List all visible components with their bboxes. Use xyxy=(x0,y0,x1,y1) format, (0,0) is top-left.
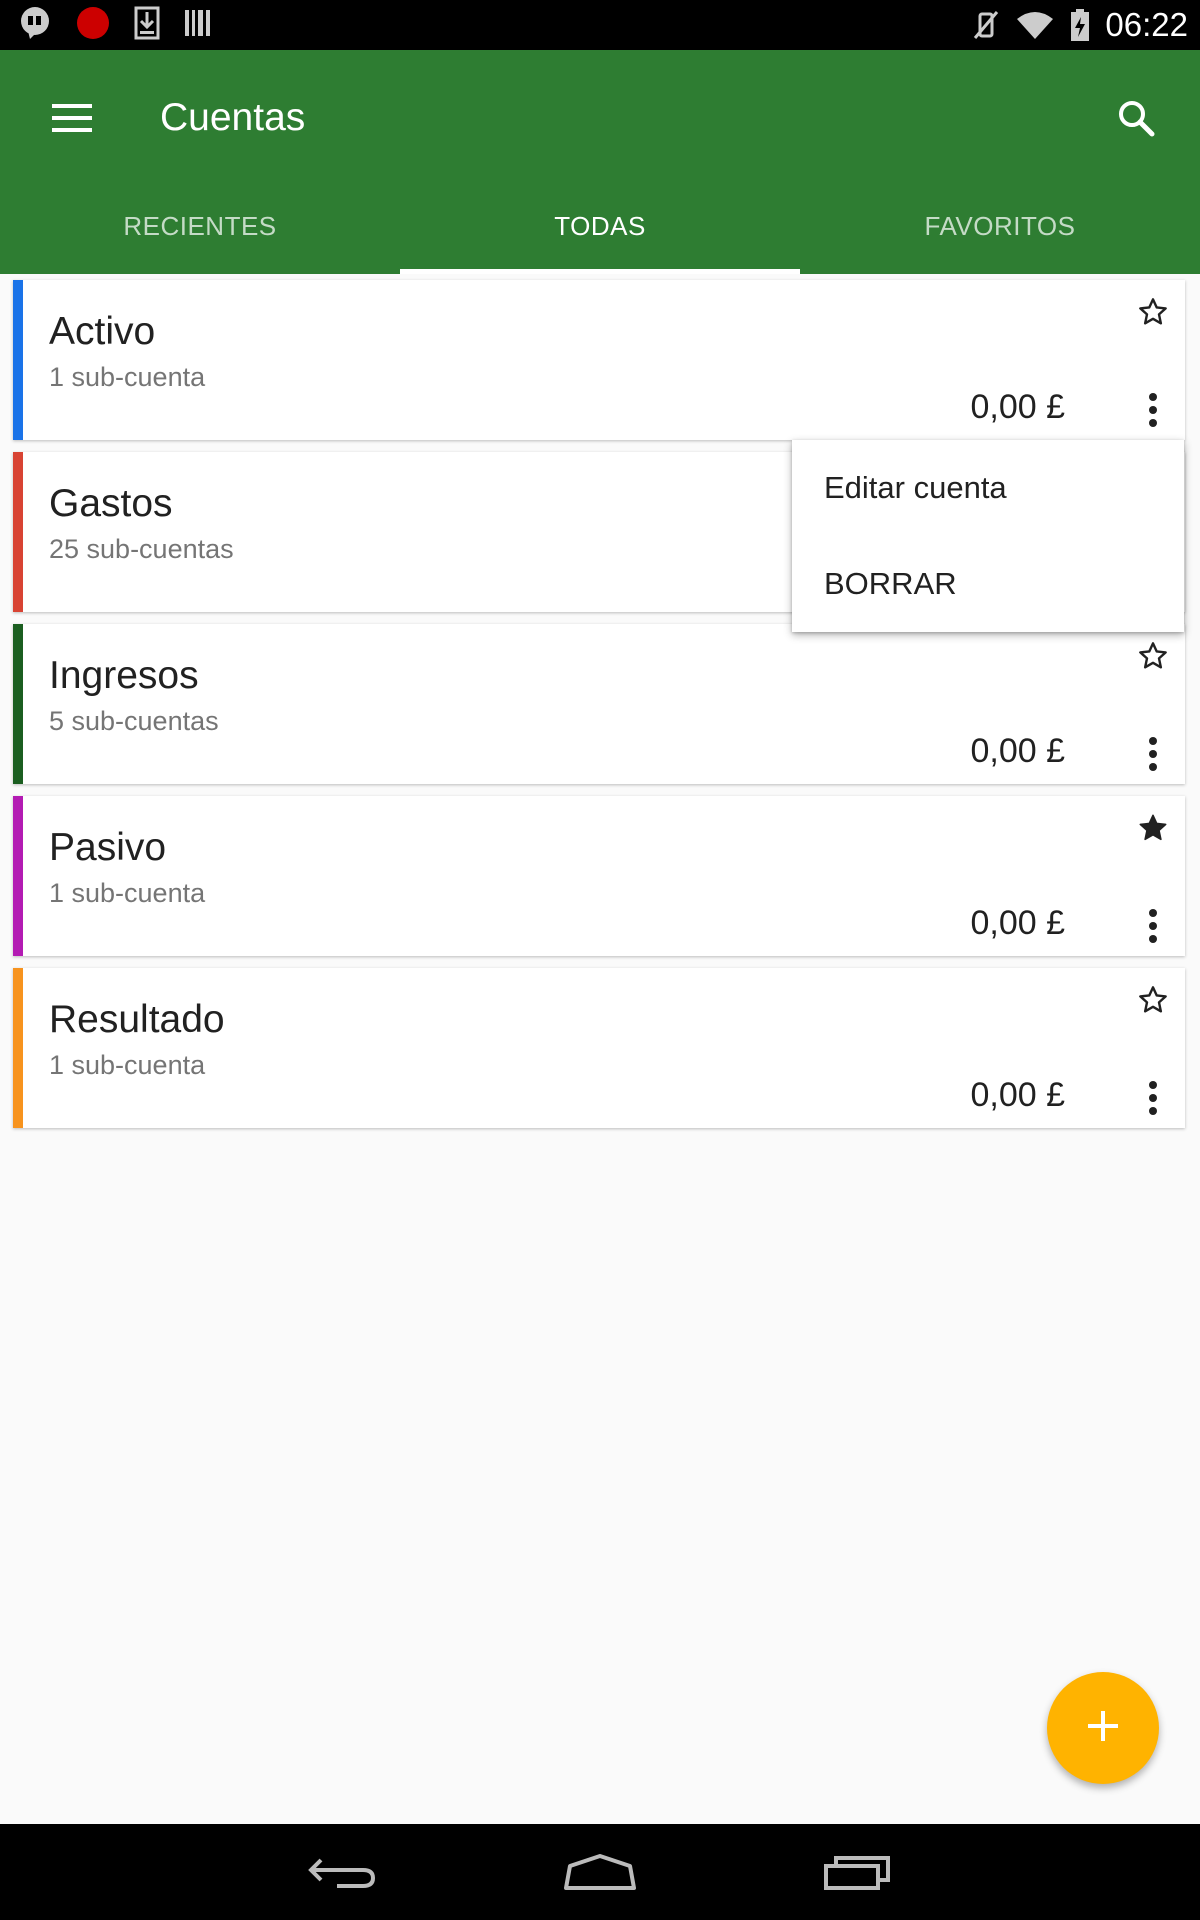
account-balance: 0,00 £ xyxy=(970,904,1065,942)
menu-item-delete[interactable]: BORRAR xyxy=(824,566,957,602)
tab-bar: RECIENTES TODAS FAVORITOS xyxy=(0,198,1200,274)
more-vert-icon[interactable] xyxy=(1133,730,1173,778)
page-title: Cuentas xyxy=(160,96,306,139)
hangouts-icon xyxy=(18,6,52,45)
account-balance: 0,00 £ xyxy=(970,388,1065,426)
download-icon xyxy=(134,6,160,45)
account-list: Activo 1 sub-cuenta 0,00 £ Gastos 25 sub… xyxy=(13,280,1185,1140)
back-icon[interactable] xyxy=(303,1844,383,1900)
account-subaccounts: 5 sub-cuentas xyxy=(49,706,219,736)
hamburger-menu-icon[interactable] xyxy=(44,90,100,146)
account-name: Activo xyxy=(49,310,156,353)
plus-icon xyxy=(1086,1709,1120,1748)
search-icon[interactable] xyxy=(1106,88,1166,148)
home-icon[interactable] xyxy=(560,1844,640,1900)
account-subaccounts: 1 sub-cuenta xyxy=(49,362,206,392)
tab-recientes[interactable]: RECIENTES xyxy=(0,198,400,274)
app-bar: Cuentas RECIENTES TODAS FAVORITOS xyxy=(0,50,1200,274)
menu-item-edit-account[interactable]: Editar cuenta xyxy=(824,470,1007,506)
star-outline-icon[interactable] xyxy=(1133,980,1173,1020)
account-balance: 0,00 £ xyxy=(970,1076,1065,1114)
more-vert-icon[interactable] xyxy=(1133,386,1173,434)
vibrate-off-icon xyxy=(971,8,1015,42)
account-subaccounts: 1 sub-cuenta xyxy=(49,1050,206,1080)
account-name: Ingresos xyxy=(49,654,199,697)
account-name: Resultado xyxy=(49,998,225,1041)
barcode-icon xyxy=(184,8,212,43)
recent-apps-icon[interactable] xyxy=(818,1844,898,1900)
battery-charging-icon xyxy=(1069,8,1105,42)
account-options-menu: Editar cuenta BORRAR xyxy=(792,440,1184,632)
account-card-resultado[interactable]: Resultado 1 sub-cuenta 0,00 £ xyxy=(13,968,1185,1128)
star-outline-icon[interactable] xyxy=(1133,292,1173,332)
tab-todas[interactable]: TODAS xyxy=(400,198,800,274)
account-balance: 0,00 £ xyxy=(970,732,1065,770)
account-name: Pasivo xyxy=(49,826,167,869)
status-bar: 06:22 xyxy=(0,0,1200,50)
wifi-icon xyxy=(1015,9,1069,41)
star-outline-icon[interactable] xyxy=(1133,636,1173,676)
system-navigation-bar xyxy=(0,1824,1200,1920)
account-subaccounts: 25 sub-cuentas xyxy=(49,534,234,564)
star-filled-icon[interactable] xyxy=(1133,808,1173,848)
add-account-button[interactable] xyxy=(1047,1672,1159,1784)
more-vert-icon[interactable] xyxy=(1133,1074,1173,1122)
record-icon xyxy=(76,6,110,45)
account-subaccounts: 1 sub-cuenta xyxy=(49,878,206,908)
account-card-activo[interactable]: Activo 1 sub-cuenta 0,00 £ xyxy=(13,280,1185,440)
tab-favoritos[interactable]: FAVORITOS xyxy=(800,198,1200,274)
account-card-pasivo[interactable]: Pasivo 1 sub-cuenta 0,00 £ xyxy=(13,796,1185,956)
status-time: 06:22 xyxy=(1105,6,1188,43)
account-card-ingresos[interactable]: Ingresos 5 sub-cuentas 0,00 £ xyxy=(13,624,1185,784)
more-vert-icon[interactable] xyxy=(1133,902,1173,950)
account-name: Gastos xyxy=(49,482,173,525)
